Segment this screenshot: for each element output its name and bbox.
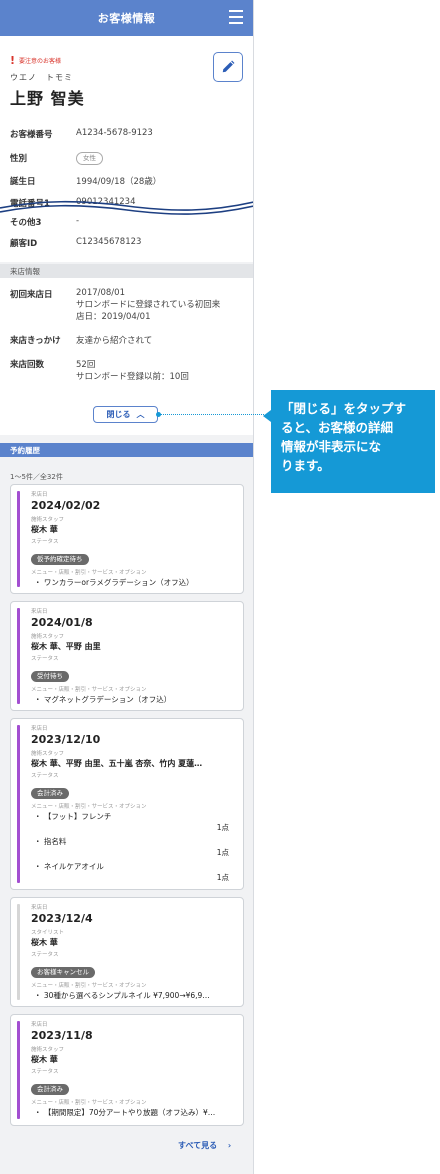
warning-text: 要注意のお客様 (19, 57, 62, 65)
field-birthday: 誕生日 1994/09/18（28歳） (10, 177, 162, 187)
chevron-up-icon: ︿ (136, 410, 145, 419)
field-first-visit: 初回来店日 2017/08/01 サロンボードに登録されている初回来 店日：20… (10, 288, 221, 322)
view-all-link[interactable]: すべて見る › (178, 1140, 231, 1151)
staff-names: 桜木 華 (31, 525, 58, 534)
status-badge: 受付待ち (31, 671, 69, 682)
staff-names: 桜木 華、平野 由里、五十嵐 杏奈、竹内 夏蓮… (31, 759, 203, 768)
customer-profile: ! 要注意のお客様 ウエノ トモミ 上野 智美 お客様番号 A1234-5678… (0, 36, 253, 262)
gender-badge: 女性 (76, 152, 103, 165)
staff-names: 桜木 華 (31, 1055, 58, 1064)
field-customer-number: お客様番号 A1234-5678-9123 (10, 128, 153, 140)
field-customer-id: 顧客ID C12345678123 (10, 237, 142, 249)
reservation-card[interactable]: 来店日 2023/11/8 施術スタッフ 桜木 華 ステータス 会計済み メニュ… (10, 1014, 244, 1126)
status-bar (17, 608, 20, 704)
visit-date: 2024/01/8 (31, 616, 93, 629)
menu-item: ・ 指名料 (34, 837, 67, 846)
staff-names: 桜木 華、平野 由里 (31, 642, 101, 651)
menu-item: ・ ネイルケアオイル (34, 862, 104, 871)
status-badge: お客様キャンセル (31, 967, 95, 978)
visit-date: 2024/02/02 (31, 499, 101, 512)
phone-screen: お客様情報 ! 要注意のお客様 ウエノ トモミ 上野 智美 お客様番号 A123… (0, 0, 254, 1174)
reservation-card[interactable]: 来店日 2024/02/02 施術スタッフ 桜木 華 ステータス 仮予約確定待ち… (10, 484, 244, 594)
hamburger-menu-icon[interactable] (229, 10, 243, 24)
pencil-icon (222, 60, 235, 73)
staff-names: 桜木 華 (31, 938, 58, 947)
menu-item: ・ 30種から選べるシンプルネイル ¥7,900→¥6,9… (34, 991, 210, 1000)
field-other3: その他3 - (10, 216, 80, 228)
edit-button[interactable] (213, 52, 243, 82)
customer-name: 上野 智美 (10, 89, 85, 108)
omission-wave (0, 200, 253, 215)
field-visit-count: 来店回数 52回 サロンボード登録以前：10回 (10, 360, 189, 382)
reservation-card[interactable]: 来店日 2023/12/10 施術スタッフ 桜木 華、平野 由里、五十嵐 杏奈、… (10, 718, 244, 890)
menu-qty: 1点 (216, 848, 229, 857)
callout-pointer-line (160, 414, 264, 415)
exclamation-icon: ! (10, 53, 16, 67)
status-bar (17, 725, 20, 883)
field-gender: 性別 女性 (10, 152, 240, 165)
page-title: お客様情報 (97, 12, 156, 25)
status-bar (17, 1021, 20, 1119)
reservation-card[interactable]: 来店日 2023/12/4 スタイリスト 桜木 華 ステータス お客様キャンセル… (10, 897, 244, 1007)
status-bar (17, 904, 20, 1000)
visit-date: 2023/12/10 (31, 733, 101, 746)
close-button[interactable]: 閉じる ︿ (93, 406, 158, 423)
menu-qty: 1点 (216, 823, 229, 832)
status-badge: 仮予約確定待ち (31, 554, 89, 565)
menu-item: ・ ワンカラーorラメグラデーション（オフ込） (34, 578, 194, 587)
status-badge: 会計済み (31, 1084, 69, 1095)
menu-qty: 1点 (216, 873, 229, 882)
app-header: お客様情報 (0, 0, 253, 36)
visit-info-heading: 来店情報 (0, 264, 253, 278)
menu-item: ・ 【フット】フレンチ (34, 812, 112, 821)
field-visit-trigger: 来店きっかけ 友達から紹介されて (10, 336, 153, 346)
menu-item: ・ 【期間限定】70分アートやり放題（オフ込み）¥… (34, 1108, 216, 1117)
visit-date: 2023/12/4 (31, 912, 93, 925)
result-count: 1～5件／全32件 (10, 473, 63, 481)
status-badge: 会計済み (31, 788, 69, 799)
customer-kana: ウエノ トモミ (10, 73, 73, 82)
visit-date: 2023/11/8 (31, 1029, 93, 1042)
status-bar (17, 491, 20, 587)
reservation-card[interactable]: 来店日 2024/01/8 施術スタッフ 桜木 華、平野 由里 ステータス 受付… (10, 601, 244, 711)
menu-item: ・ マグネットグラデーション（オフ込） (34, 695, 172, 704)
annotation-callout: 「閉じる」をタップす ると、お客様の詳細 情報が非表示にな ります。 (263, 390, 435, 493)
warning-label: ! 要注意のお客様 (10, 53, 243, 67)
chevron-right-icon: › (227, 1141, 232, 1150)
reservation-history-heading: 予約履歴 (0, 443, 253, 457)
